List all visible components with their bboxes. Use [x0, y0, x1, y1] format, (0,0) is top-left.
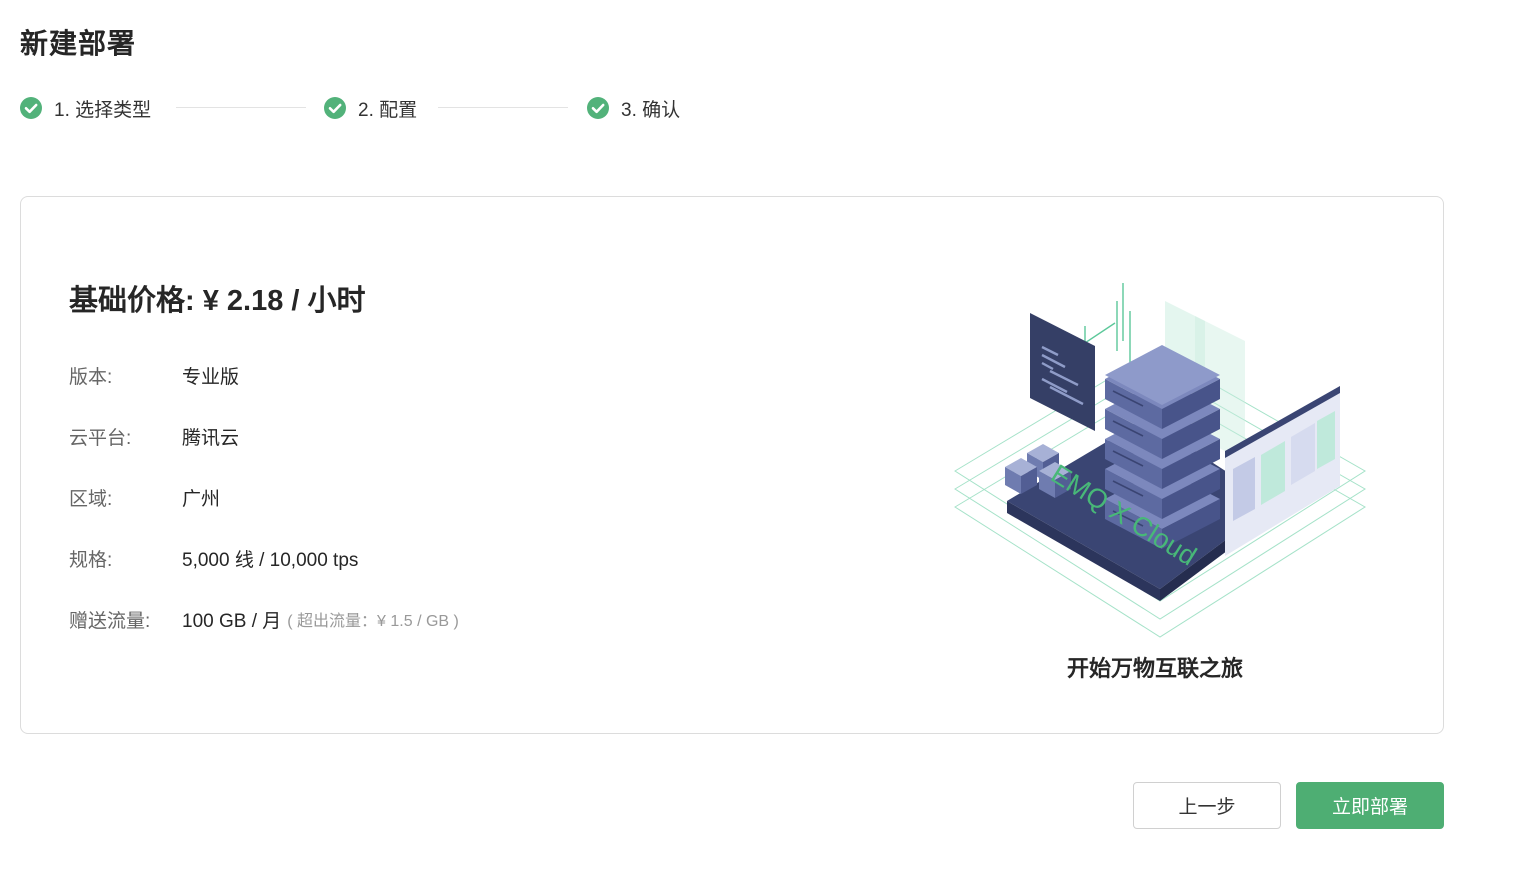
- info-row-free-traffic: 赠送流量: 100 GB / 月 ( 超出流量：¥ 1.5 / GB ): [69, 605, 459, 633]
- step-label: 3. 确认: [621, 99, 681, 121]
- check-circle-icon: [587, 97, 609, 119]
- info-row-region: 区域: 广州: [69, 483, 220, 511]
- check-circle-icon: [20, 97, 42, 119]
- info-row-version: 版本: 专业版: [69, 361, 239, 389]
- page-title: 新建部署: [20, 28, 137, 59]
- cloud-server-illustration: EMQ X Cloud: [954, 283, 1366, 638]
- step-connector: [176, 107, 306, 108]
- info-key: 云平台:: [69, 427, 132, 449]
- step-select-type[interactable]: 1. 选择类型: [20, 94, 151, 122]
- overage-note: ( 超出流量：¥ 1.5 / GB ): [287, 613, 459, 630]
- step-label: 1. 选择类型: [54, 99, 152, 121]
- info-value: 腾讯云: [182, 427, 240, 449]
- info-value: 5,000 线 / 10,000 tps: [182, 549, 359, 571]
- info-value: 100 GB / 月: [182, 610, 282, 632]
- info-key: 版本:: [69, 366, 113, 388]
- info-value: 广州: [182, 488, 221, 510]
- slogan: 开始万物互联之旅: [1066, 656, 1243, 681]
- info-value: 专业版: [182, 366, 240, 388]
- steps-progress: 1. 选择类型 2. 配置 3. 确认: [20, 94, 720, 122]
- deployment-summary-card: 基础价格: ¥ 2.18 / 小时 版本: 专业版 云平台: 腾讯云 区域: 广…: [20, 196, 1444, 734]
- deploy-now-button[interactable]: 立即部署: [1296, 782, 1444, 829]
- check-circle-icon: [324, 97, 346, 119]
- info-row-cloud-platform: 云平台: 腾讯云: [69, 422, 239, 450]
- previous-step-button[interactable]: 上一步: [1133, 782, 1281, 829]
- step-connector: [438, 107, 568, 108]
- info-row-spec: 规格: 5,000 线 / 10,000 tps: [69, 544, 358, 572]
- info-key: 区域:: [69, 488, 113, 510]
- step-label: 2. 配置: [358, 99, 418, 121]
- info-key: 规格:: [69, 549, 113, 571]
- info-key: 赠送流量:: [69, 610, 151, 632]
- base-price: 基础价格: ¥ 2.18 / 小时: [69, 285, 366, 317]
- step-confirm[interactable]: 3. 确认: [587, 94, 680, 122]
- step-config[interactable]: 2. 配置: [324, 94, 417, 122]
